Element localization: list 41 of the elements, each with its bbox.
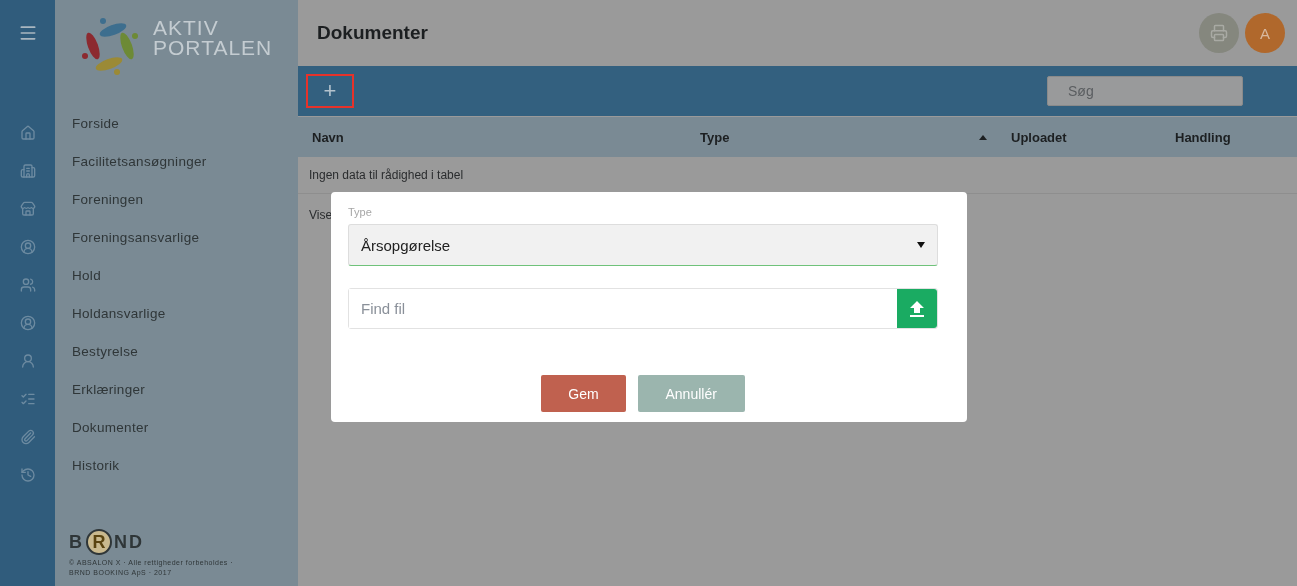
nav-item[interactable]: Erklæringer [55,370,298,408]
column-header[interactable]: Uploadet [997,129,1161,145]
nav-item[interactable]: Forside [55,104,298,142]
nav-item[interactable]: Hold [55,256,298,294]
column-header[interactable]: Handling [1161,129,1297,145]
nav-icon[interactable] [19,315,36,331]
nav-icon[interactable] [19,201,36,217]
upload-icon [910,300,924,317]
nav-item[interactable]: Foreningen [55,180,298,218]
field-label: Type [348,206,373,218]
cancel-button[interactable]: Annullér [637,375,745,412]
add-button[interactable]: + [306,74,354,108]
user-avatar[interactable]: A [1245,13,1285,53]
upload-button[interactable] [897,289,937,328]
type-select[interactable]: Årsopgørelse [348,224,938,266]
nav-icon[interactable] [19,125,36,141]
search-field[interactable]: Søg [1047,76,1243,106]
nav-icon[interactable] [19,391,36,407]
page-title: Dokumenter [317,22,429,44]
nav-item[interactable]: Bestyrelse [55,332,298,370]
nav-icon[interactable] [19,353,36,369]
save-button[interactable]: Gem [541,375,626,412]
nav-item[interactable]: Holdansvarlige [55,294,298,332]
print-button[interactable] [1199,13,1239,53]
nav-item[interactable]: Dokumenter [55,408,298,446]
nav-icon[interactable] [19,429,36,445]
empty-table-text: Ingen data til rådighed i tabel [309,168,464,182]
printer-icon [1210,24,1228,42]
caret-icon [917,242,925,248]
nav-icon[interactable] [19,277,36,293]
nav-item[interactable]: Facilitetsansøgninger [55,142,298,180]
nav-icon[interactable] [19,239,36,255]
table-info-text: Vise [309,208,333,222]
brand-logo: B R ND [69,529,298,555]
nav-item[interactable]: Foreningsansvarlige [55,218,298,256]
column-header[interactable]: Type [686,129,997,145]
logo-text: AKTIV PORTALEN [153,16,273,58]
nav-item[interactable]: Historik [55,446,298,484]
nav-icon[interactable] [19,163,36,179]
nav-icon[interactable] [19,467,36,483]
column-header[interactable]: Navn [298,129,686,145]
